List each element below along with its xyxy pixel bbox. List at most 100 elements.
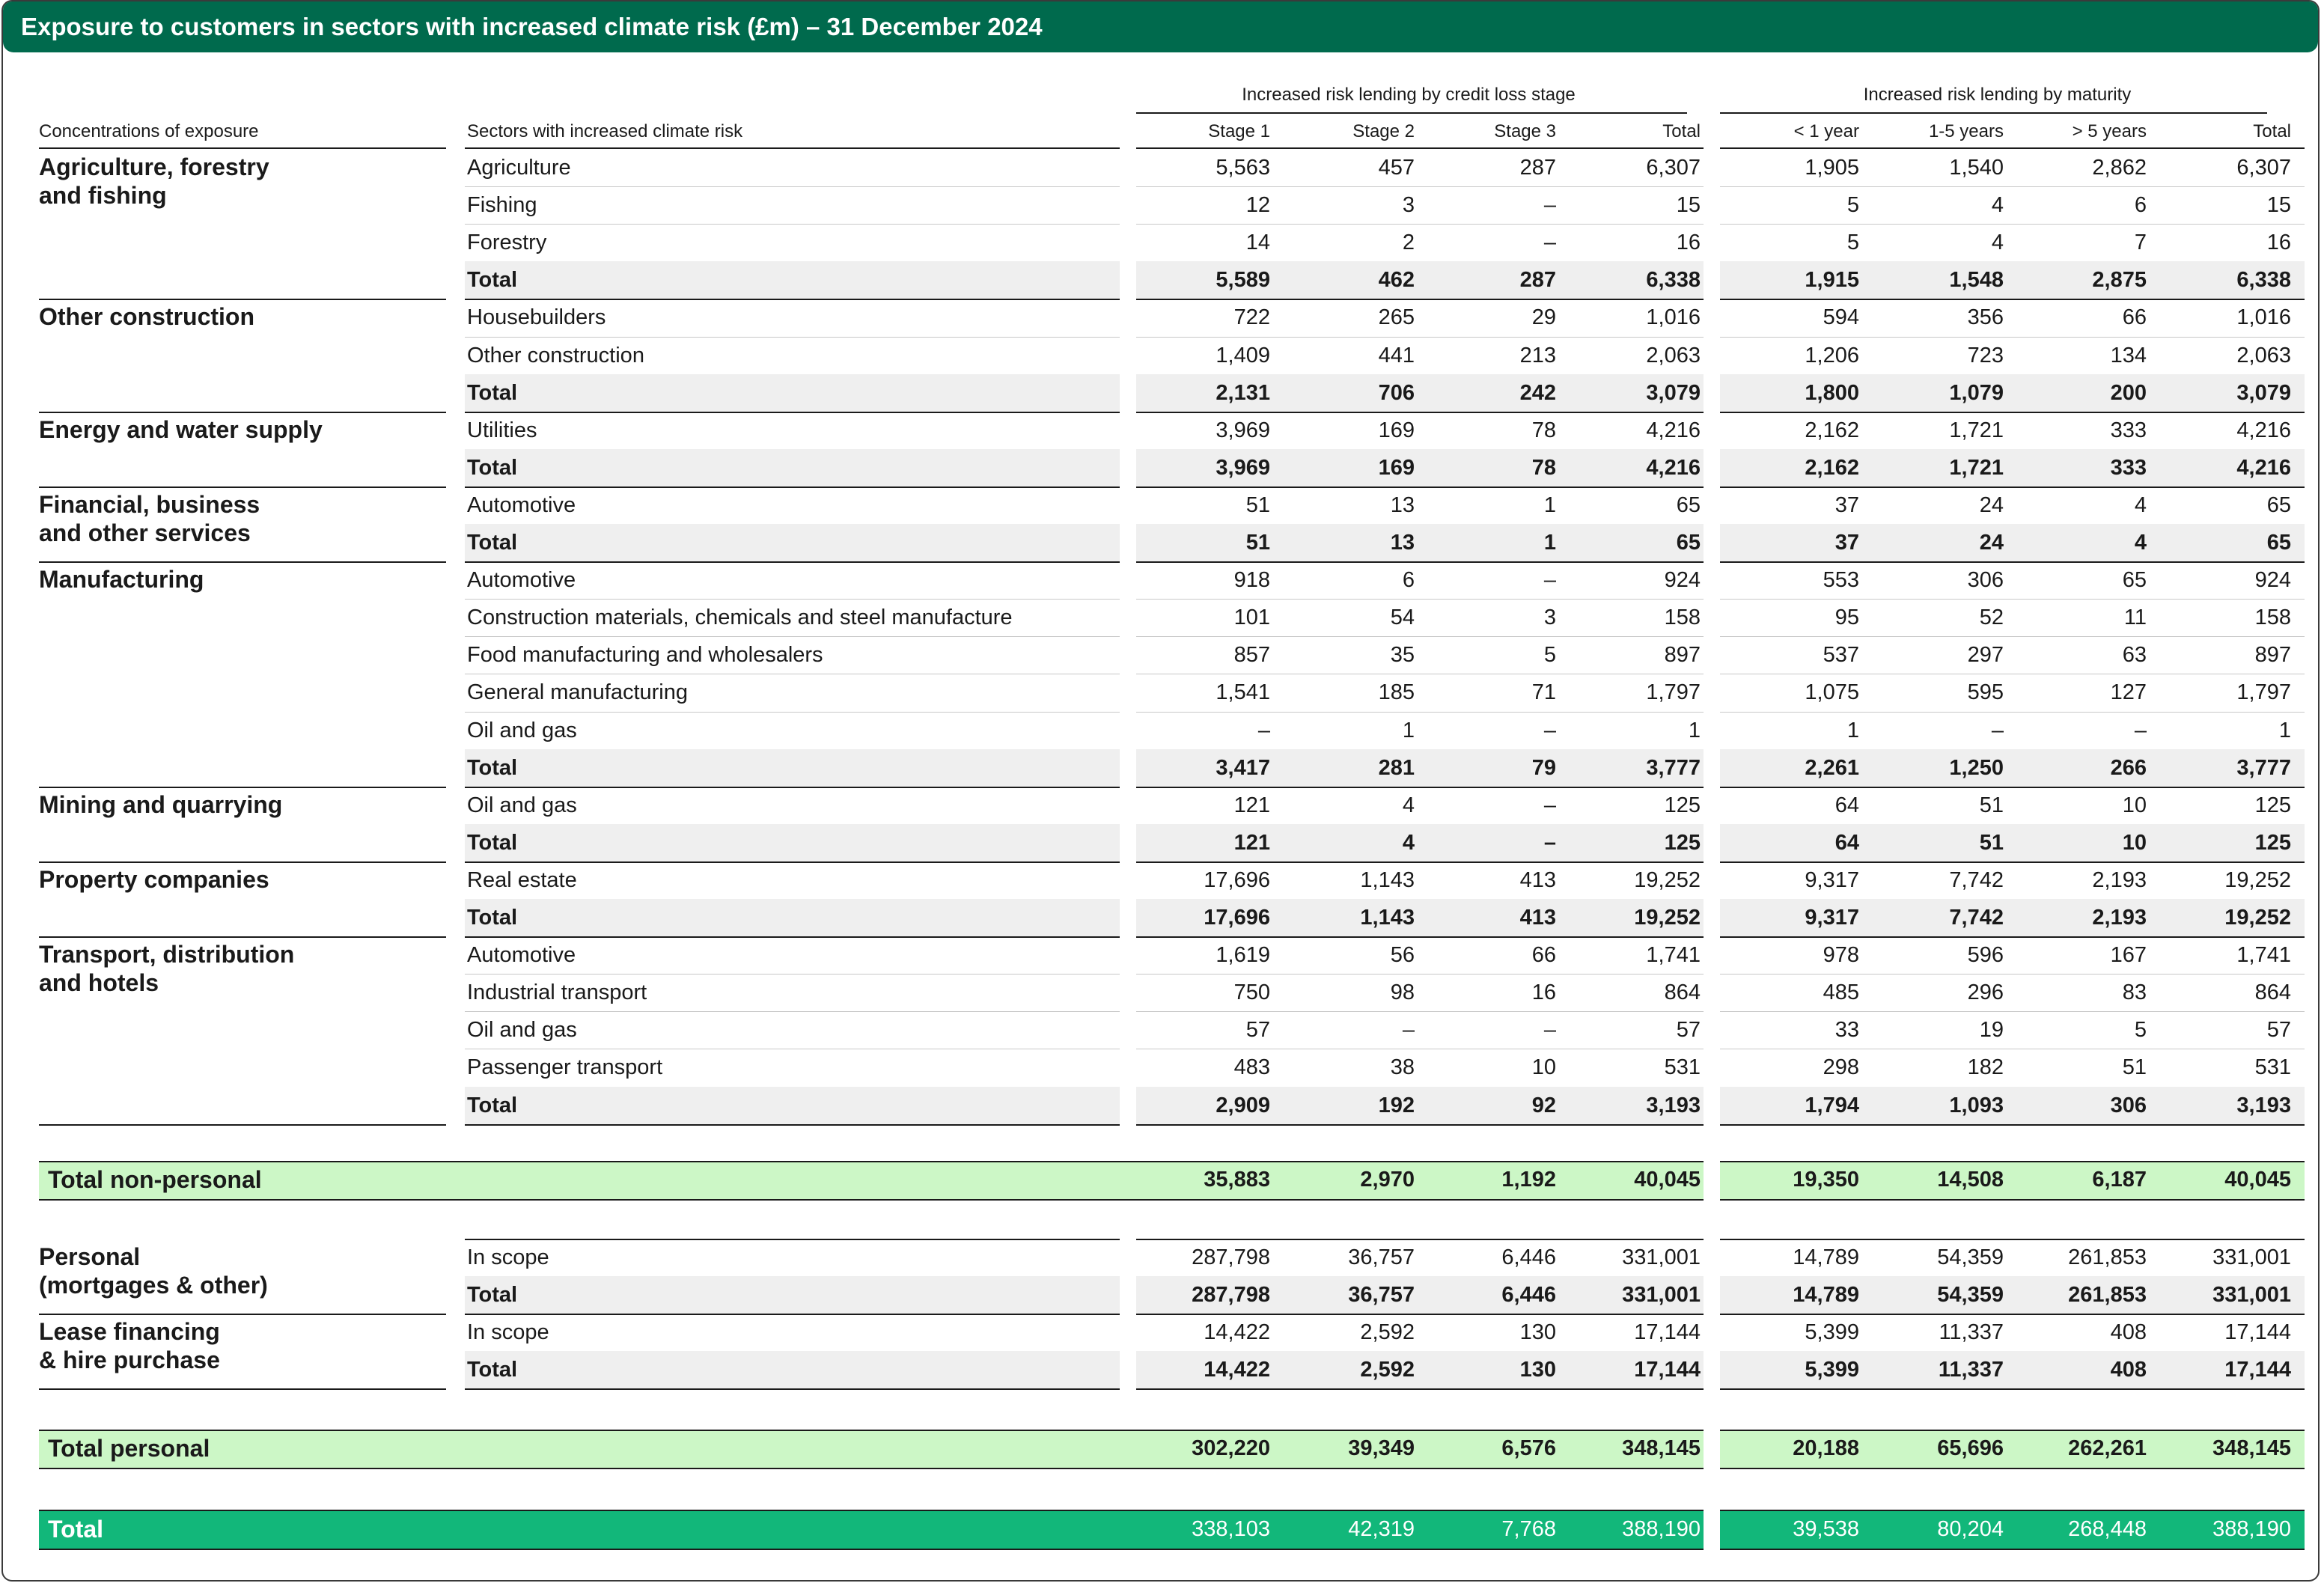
cell-value: 1,016	[2236, 305, 2291, 330]
group-label: Agriculture, forestry and fishing	[39, 153, 269, 209]
cell-value: 4,216	[2236, 418, 2291, 442]
sector-label: Construction materials, chemicals and st…	[467, 606, 1013, 630]
cell-value: 1	[1688, 718, 1701, 742]
cell-value: 57	[1676, 1018, 1701, 1043]
cell-value: 1,797	[2236, 680, 2291, 705]
column-header: Stage 2	[1352, 121, 1415, 141]
column-header: Stage 3	[1494, 121, 1556, 141]
cell-value: 3,079	[2236, 380, 2291, 405]
cell-value: 17,144	[1634, 1320, 1701, 1345]
cell-value: 1	[2278, 718, 2291, 742]
total-row-label: Total	[467, 1093, 518, 1117]
column-header: > 5 years	[2072, 121, 2147, 141]
row-rule	[465, 1239, 1120, 1240]
cell-value: 864	[1664, 980, 1701, 1005]
column-header: < 1 year	[1793, 121, 1859, 141]
total-non-personal-label: Total non-personal	[48, 1166, 262, 1193]
cell-value: 2,063	[2236, 343, 2291, 367]
total-row-label: Total	[467, 268, 518, 293]
row-rule	[465, 1314, 1120, 1316]
total-row-bg	[465, 1276, 1120, 1314]
sector-label: Oil and gas	[467, 793, 577, 817]
group-label: Manufacturing	[39, 566, 204, 594]
group-rule	[39, 1123, 446, 1126]
group-label: Personal (mortgages & other)	[39, 1243, 268, 1299]
cell-value: 158	[1664, 606, 1701, 630]
cell-value: 16	[2266, 231, 2291, 255]
total-row-bg	[465, 899, 1120, 937]
sector-label: Oil and gas	[467, 718, 577, 742]
header-rule	[39, 147, 446, 149]
total-row-label: Total	[467, 906, 518, 930]
cell-value: 158	[2254, 606, 2291, 630]
group-label: Property companies	[39, 865, 269, 893]
cell-value: 1,797	[1646, 680, 1701, 705]
total-row-label: Total	[467, 1358, 518, 1382]
cell-value: 65	[1676, 531, 1701, 555]
row-rule	[465, 186, 1120, 188]
sector-label: Industrial transport	[467, 980, 647, 1005]
sector-label: Forestry	[467, 231, 547, 255]
sector-label: Fishing	[467, 193, 537, 218]
total-personal-label: Total personal	[48, 1435, 210, 1462]
sector-label: Other construction	[467, 343, 644, 367]
row-rule	[1136, 1388, 1704, 1391]
cell-value: 125	[2254, 830, 2291, 855]
cell-value: 4,216	[1646, 455, 1701, 480]
sector-label: Automotive	[467, 943, 576, 968]
cell-value: 3,777	[1646, 755, 1701, 780]
total-non-personal-rule	[39, 1199, 1704, 1201]
cell-value: 348,145	[2212, 1436, 2291, 1460]
total-non-personal-rule	[1720, 1199, 2305, 1201]
total-personal-rule	[1720, 1468, 2305, 1469]
total-row-label: Total	[467, 380, 518, 405]
group-rule	[39, 1314, 446, 1316]
cell-value: 2,063	[1646, 343, 1701, 367]
cell-value: 17,144	[2224, 1320, 2291, 1345]
grand-total-rule	[39, 1549, 1704, 1550]
cell-value: 17,144	[1634, 1358, 1701, 1382]
cell-value: 3,777	[2236, 755, 2291, 780]
sector-label: Automotive	[467, 568, 576, 593]
cell-value: 924	[1664, 568, 1701, 593]
row-rule	[1720, 1123, 2305, 1126]
cell-value: 19,252	[2224, 906, 2291, 930]
cell-value: 125	[1664, 830, 1701, 855]
column-header: Total	[1662, 121, 1701, 141]
cell-value: 40,045	[1634, 1168, 1701, 1192]
cell-value: 57	[2266, 1018, 2291, 1043]
cell-value: 897	[2254, 643, 2291, 668]
cell-value: 3,079	[1646, 380, 1701, 405]
sector-label: Automotive	[467, 492, 576, 517]
sector-label: In scope	[467, 1245, 549, 1269]
group-label: Transport, distribution and hotels	[39, 941, 295, 997]
cell-value: 4,216	[1646, 418, 1701, 442]
row-rule	[1720, 1388, 2305, 1391]
total-row-label: Total	[467, 830, 518, 855]
cell-value: 1,016	[1646, 305, 1701, 330]
cell-value: 16	[1676, 231, 1701, 255]
grand-total-label: Total	[48, 1516, 104, 1543]
group-rule	[39, 861, 446, 863]
group-label: Lease financing & hire purchase	[39, 1318, 220, 1374]
sector-label: Utilities	[467, 418, 537, 442]
group-rule	[39, 786, 446, 788]
cell-value: 864	[2254, 980, 2291, 1005]
total-row-bg	[465, 524, 1120, 562]
cell-value: 4,216	[2236, 455, 2291, 480]
total-personal-rule	[39, 1468, 1704, 1469]
group-label: Mining and quarrying	[39, 790, 283, 818]
total-row-bg	[465, 448, 1120, 487]
cell-value: 19,252	[1634, 867, 1701, 892]
cell-value: 65	[2266, 492, 2291, 517]
cell-value: 6,307	[2236, 156, 2291, 180]
row-rule	[465, 411, 1120, 413]
cell-value: 531	[1664, 1055, 1701, 1080]
cell-value: 6,338	[1646, 268, 1701, 293]
total-row-label: Total	[467, 755, 518, 780]
cell-value: 40,045	[2224, 1168, 2291, 1192]
sector-label: Housebuilders	[467, 305, 606, 330]
cell-value: 17,144	[2224, 1358, 2291, 1382]
group-rule	[39, 299, 446, 301]
stage-group-header: Increased risk lending by credit loss st…	[1242, 85, 1576, 105]
